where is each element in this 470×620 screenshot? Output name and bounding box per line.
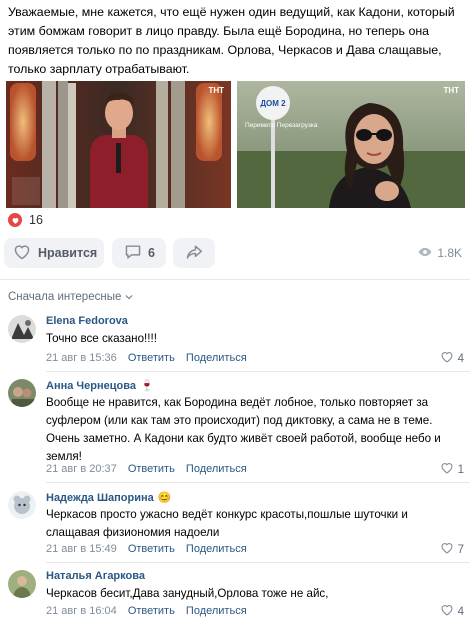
like-button[interactable]: Нравится (4, 238, 104, 268)
comment-date[interactable]: 21 авг в 16:04 (46, 605, 117, 617)
share-link[interactable]: Поделиться (186, 543, 247, 555)
comment-like-count: 4 (457, 352, 464, 365)
comment-date[interactable]: 21 авг в 20:37 (46, 463, 117, 475)
comment-author[interactable]: Надежда Шапорина 😊 (46, 491, 172, 505)
divider (46, 371, 470, 372)
comment-item: Elena Fedorova Точно все сказано!!!! 21 … (0, 315, 470, 375)
chevron-down-icon (125, 291, 133, 303)
avatar[interactable] (8, 491, 36, 519)
comment-like-button[interactable]: 4 (440, 351, 464, 366)
photo-host-on-stage: ТНТ (6, 81, 231, 208)
speech-bubble-icon (124, 244, 142, 263)
avatar[interactable] (8, 315, 36, 343)
comment-meta: 21 авг в 15:36 Ответить Поделиться (46, 352, 247, 364)
comment-like-button[interactable]: 7 (440, 542, 464, 557)
post-photo-2[interactable]: ДОМ 2 Периметр Перезагрузка ТНТ (237, 81, 465, 208)
comment-date[interactable]: 21 авг в 15:36 (46, 352, 117, 364)
comment-text: Вообще не нравится, как Бородина ведёт л… (46, 396, 441, 463)
share-button[interactable] (173, 238, 215, 268)
heart-icon (8, 213, 22, 227)
comment-like-count: 1 (457, 463, 464, 476)
comment-meta: 21 авг в 16:04 Ответить Поделиться (46, 605, 247, 617)
photo2-sign: Периметр Перезагрузка (245, 122, 318, 129)
comment-text: Точно все сказано!!!! (46, 332, 157, 345)
heart-outline-icon (13, 244, 31, 263)
reply-link[interactable]: Ответить (128, 352, 175, 364)
divider (46, 482, 470, 483)
smile-icon: 😊 (157, 492, 172, 504)
reply-link[interactable]: Ответить (128, 543, 175, 555)
heart-outline-icon (440, 604, 454, 619)
photo2-logo: ДОМ 2 (260, 99, 286, 108)
heart-outline-icon (440, 462, 454, 477)
post-photos: ТНТ ДОМ 2 Периметр Перезагрузка ТНТ (6, 81, 466, 208)
comment-item: Анна Чернецова 🍷 Вообще не нравится, как … (0, 379, 470, 483)
avatar[interactable] (8, 570, 36, 598)
comment-meta: 21 авг в 20:37 Ответить Поделиться (46, 463, 247, 475)
comment-author[interactable]: Наталья Агаркова (46, 570, 145, 582)
comment-author[interactable]: Анна Чернецова 🍷 (46, 379, 154, 393)
comment-author[interactable]: Elena Fedorova (46, 315, 128, 327)
comment-item: Надежда Шапорина 😊 Черкасов просто ужасно… (0, 491, 470, 563)
comments-count: 6 (148, 246, 155, 260)
comments-button[interactable]: 6 (112, 238, 166, 268)
comment-date[interactable]: 21 авг в 15:49 (46, 543, 117, 555)
sort-dropdown[interactable]: Сначала интересные (8, 291, 133, 303)
views-counter: 1.8K (418, 238, 462, 268)
comment-meta: 21 авг в 15:49 Ответить Поделиться (46, 543, 247, 555)
post-photo-1[interactable]: ТНТ (6, 81, 231, 208)
share-link[interactable]: Поделиться (186, 463, 247, 475)
divider (46, 562, 470, 563)
heart-outline-icon (440, 542, 454, 557)
comment-text: Черкасов бесит,Дава занудный,Орлова тоже… (46, 587, 329, 600)
divider (0, 279, 470, 280)
reply-link[interactable]: Ответить (128, 463, 175, 475)
heart-outline-icon (440, 351, 454, 366)
reactions-summary[interactable]: 16 (8, 213, 43, 227)
comment-item: Наталья Агаркова Черкасов бесит,Дава зан… (0, 570, 470, 620)
post-actions: Нравится 6 1.8K (4, 238, 466, 268)
post-text: Уважаемые, мне кажется, что ещё нужен од… (8, 5, 455, 76)
comment-like-button[interactable]: 4 (440, 604, 464, 619)
wine-glass-icon: 🍷 (139, 380, 154, 392)
comment-like-count: 7 (457, 543, 464, 556)
avatar[interactable] (8, 379, 36, 407)
comment-text: Черкасов просто ужасно ведёт конкурс кра… (46, 508, 408, 539)
share-arrow-icon (185, 244, 203, 263)
comment-like-button[interactable]: 1 (440, 462, 464, 477)
views-count: 1.8K (437, 246, 462, 260)
share-link[interactable]: Поделиться (186, 352, 247, 364)
reply-link[interactable]: Ответить (128, 605, 175, 617)
reactions-count: 16 (29, 213, 43, 227)
photo1-badge: ТНТ (208, 86, 224, 95)
share-link[interactable]: Поделиться (186, 605, 247, 617)
photo2-badge: ТНТ (443, 86, 459, 95)
like-label: Нравится (38, 246, 98, 260)
eye-icon (418, 246, 432, 260)
comment-like-count: 4 (457, 605, 464, 618)
sort-label: Сначала интересные (8, 291, 122, 303)
photo-woman-sunglasses: ДОМ 2 Периметр Перезагрузка ТНТ (237, 81, 465, 208)
